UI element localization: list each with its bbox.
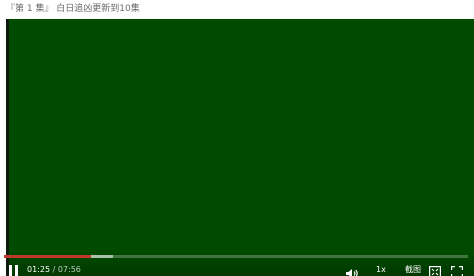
duration-time: 07:56 bbox=[57, 265, 81, 274]
fullscreen-icon bbox=[451, 266, 463, 276]
pause-icon-bar-right bbox=[15, 265, 18, 276]
volume-icon bbox=[346, 269, 358, 276]
playback-speed-button[interactable]: 1x bbox=[376, 264, 386, 275]
time-display: 01:25 / 07:56 bbox=[27, 264, 81, 275]
page: 『第 1 集』 白日追凶更新到10集 01:25 / 07:56 1x 截图 bbox=[0, 0, 474, 276]
web-fullscreen-icon bbox=[429, 266, 442, 276]
video-player[interactable] bbox=[6, 19, 474, 276]
progress-bar[interactable] bbox=[4, 255, 468, 258]
video-canvas[interactable] bbox=[9, 19, 474, 252]
screenshot-button[interactable]: 截图 bbox=[405, 264, 421, 275]
episode-title: 『第 1 集』 白日追凶更新到10集 bbox=[6, 4, 140, 14]
progress-played bbox=[4, 255, 92, 258]
pause-button[interactable] bbox=[8, 265, 20, 276]
web-fullscreen-button[interactable] bbox=[429, 263, 442, 276]
current-time: 01:25 bbox=[27, 265, 51, 274]
volume-button[interactable] bbox=[345, 264, 359, 276]
fullscreen-button[interactable] bbox=[451, 263, 463, 276]
time-separator: / bbox=[50, 265, 58, 274]
pause-icon-bar-left bbox=[9, 265, 12, 276]
